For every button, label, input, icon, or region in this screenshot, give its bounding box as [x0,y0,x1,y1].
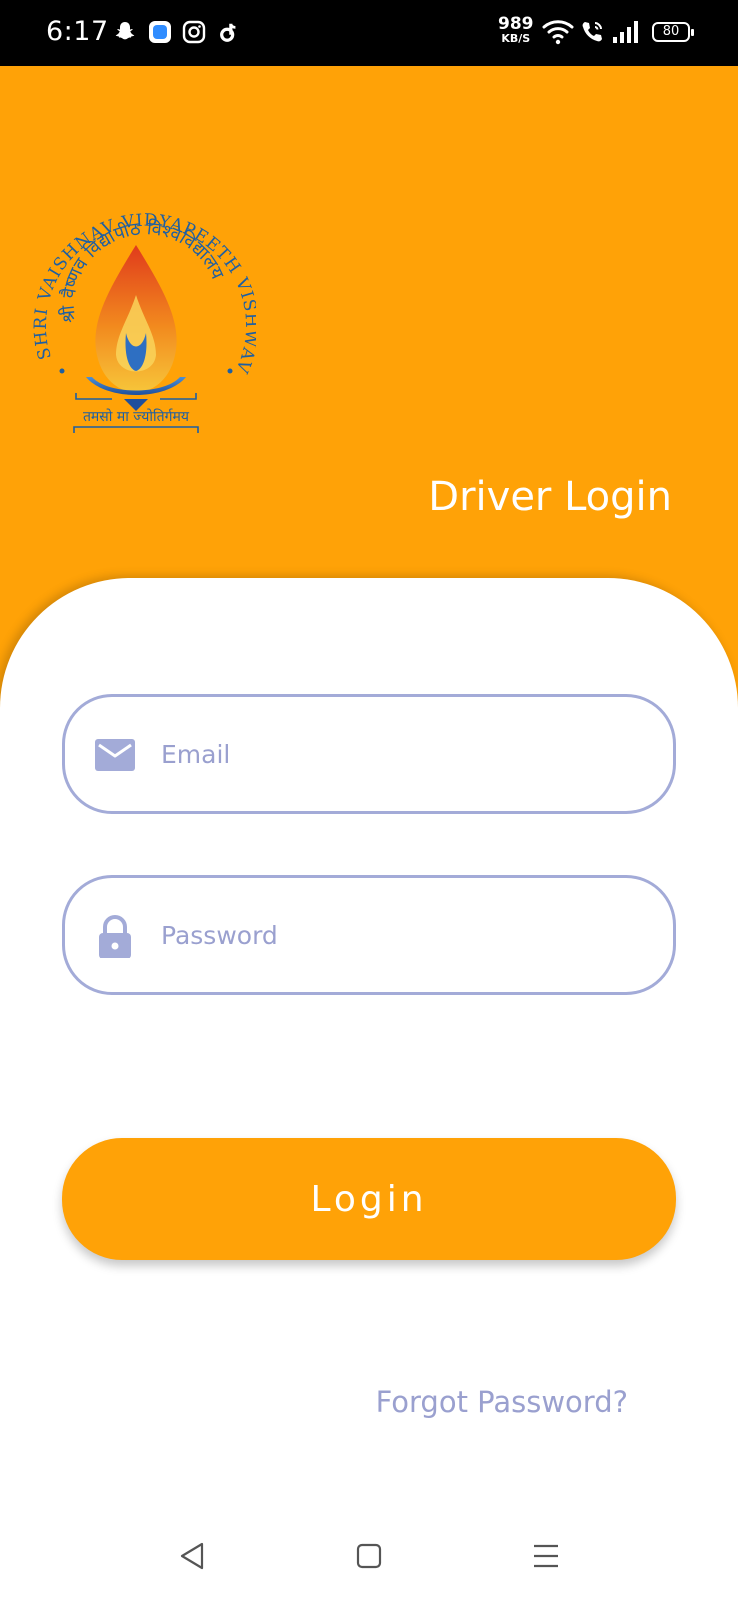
home-icon[interactable] [349,1536,389,1576]
mail-icon [95,739,135,771]
password-input[interactable] [161,908,641,962]
forgot-password-link[interactable]: Forgot Password? [376,1385,628,1419]
university-logo: SHRI VAISHNAV VIDYAPEETH VISHWAVIDYALAYA… [16,115,256,433]
login-card [0,578,738,1508]
wifi-icon [542,20,574,45]
status-time: 6:17 [46,16,109,47]
email-input[interactable] [161,727,641,781]
svg-text:तमसो मा ज्योतिर्गमय: तमसो मा ज्योतिर्गमय [83,408,190,425]
navigation-bar [0,1508,738,1600]
lock-icon [99,915,131,958]
email-field[interactable] [62,694,676,814]
back-icon[interactable] [172,1536,212,1576]
menu-icon[interactable] [526,1536,566,1576]
password-field[interactable] [62,875,676,995]
instagram-icon [182,20,206,44]
battery-icon: 80 [652,22,694,42]
app-icon [149,21,171,43]
signal-icon [613,21,638,43]
status-bar: 6:17 989 KB/S 80 [0,0,738,66]
network-speed: 989 KB/S [498,14,534,45]
wifi-calling-icon [582,22,602,42]
tiktok-icon [220,23,236,42]
login-button[interactable]: Login [62,1138,676,1260]
snapchat-icon [115,22,135,40]
page-title: Driver Login [428,474,672,520]
